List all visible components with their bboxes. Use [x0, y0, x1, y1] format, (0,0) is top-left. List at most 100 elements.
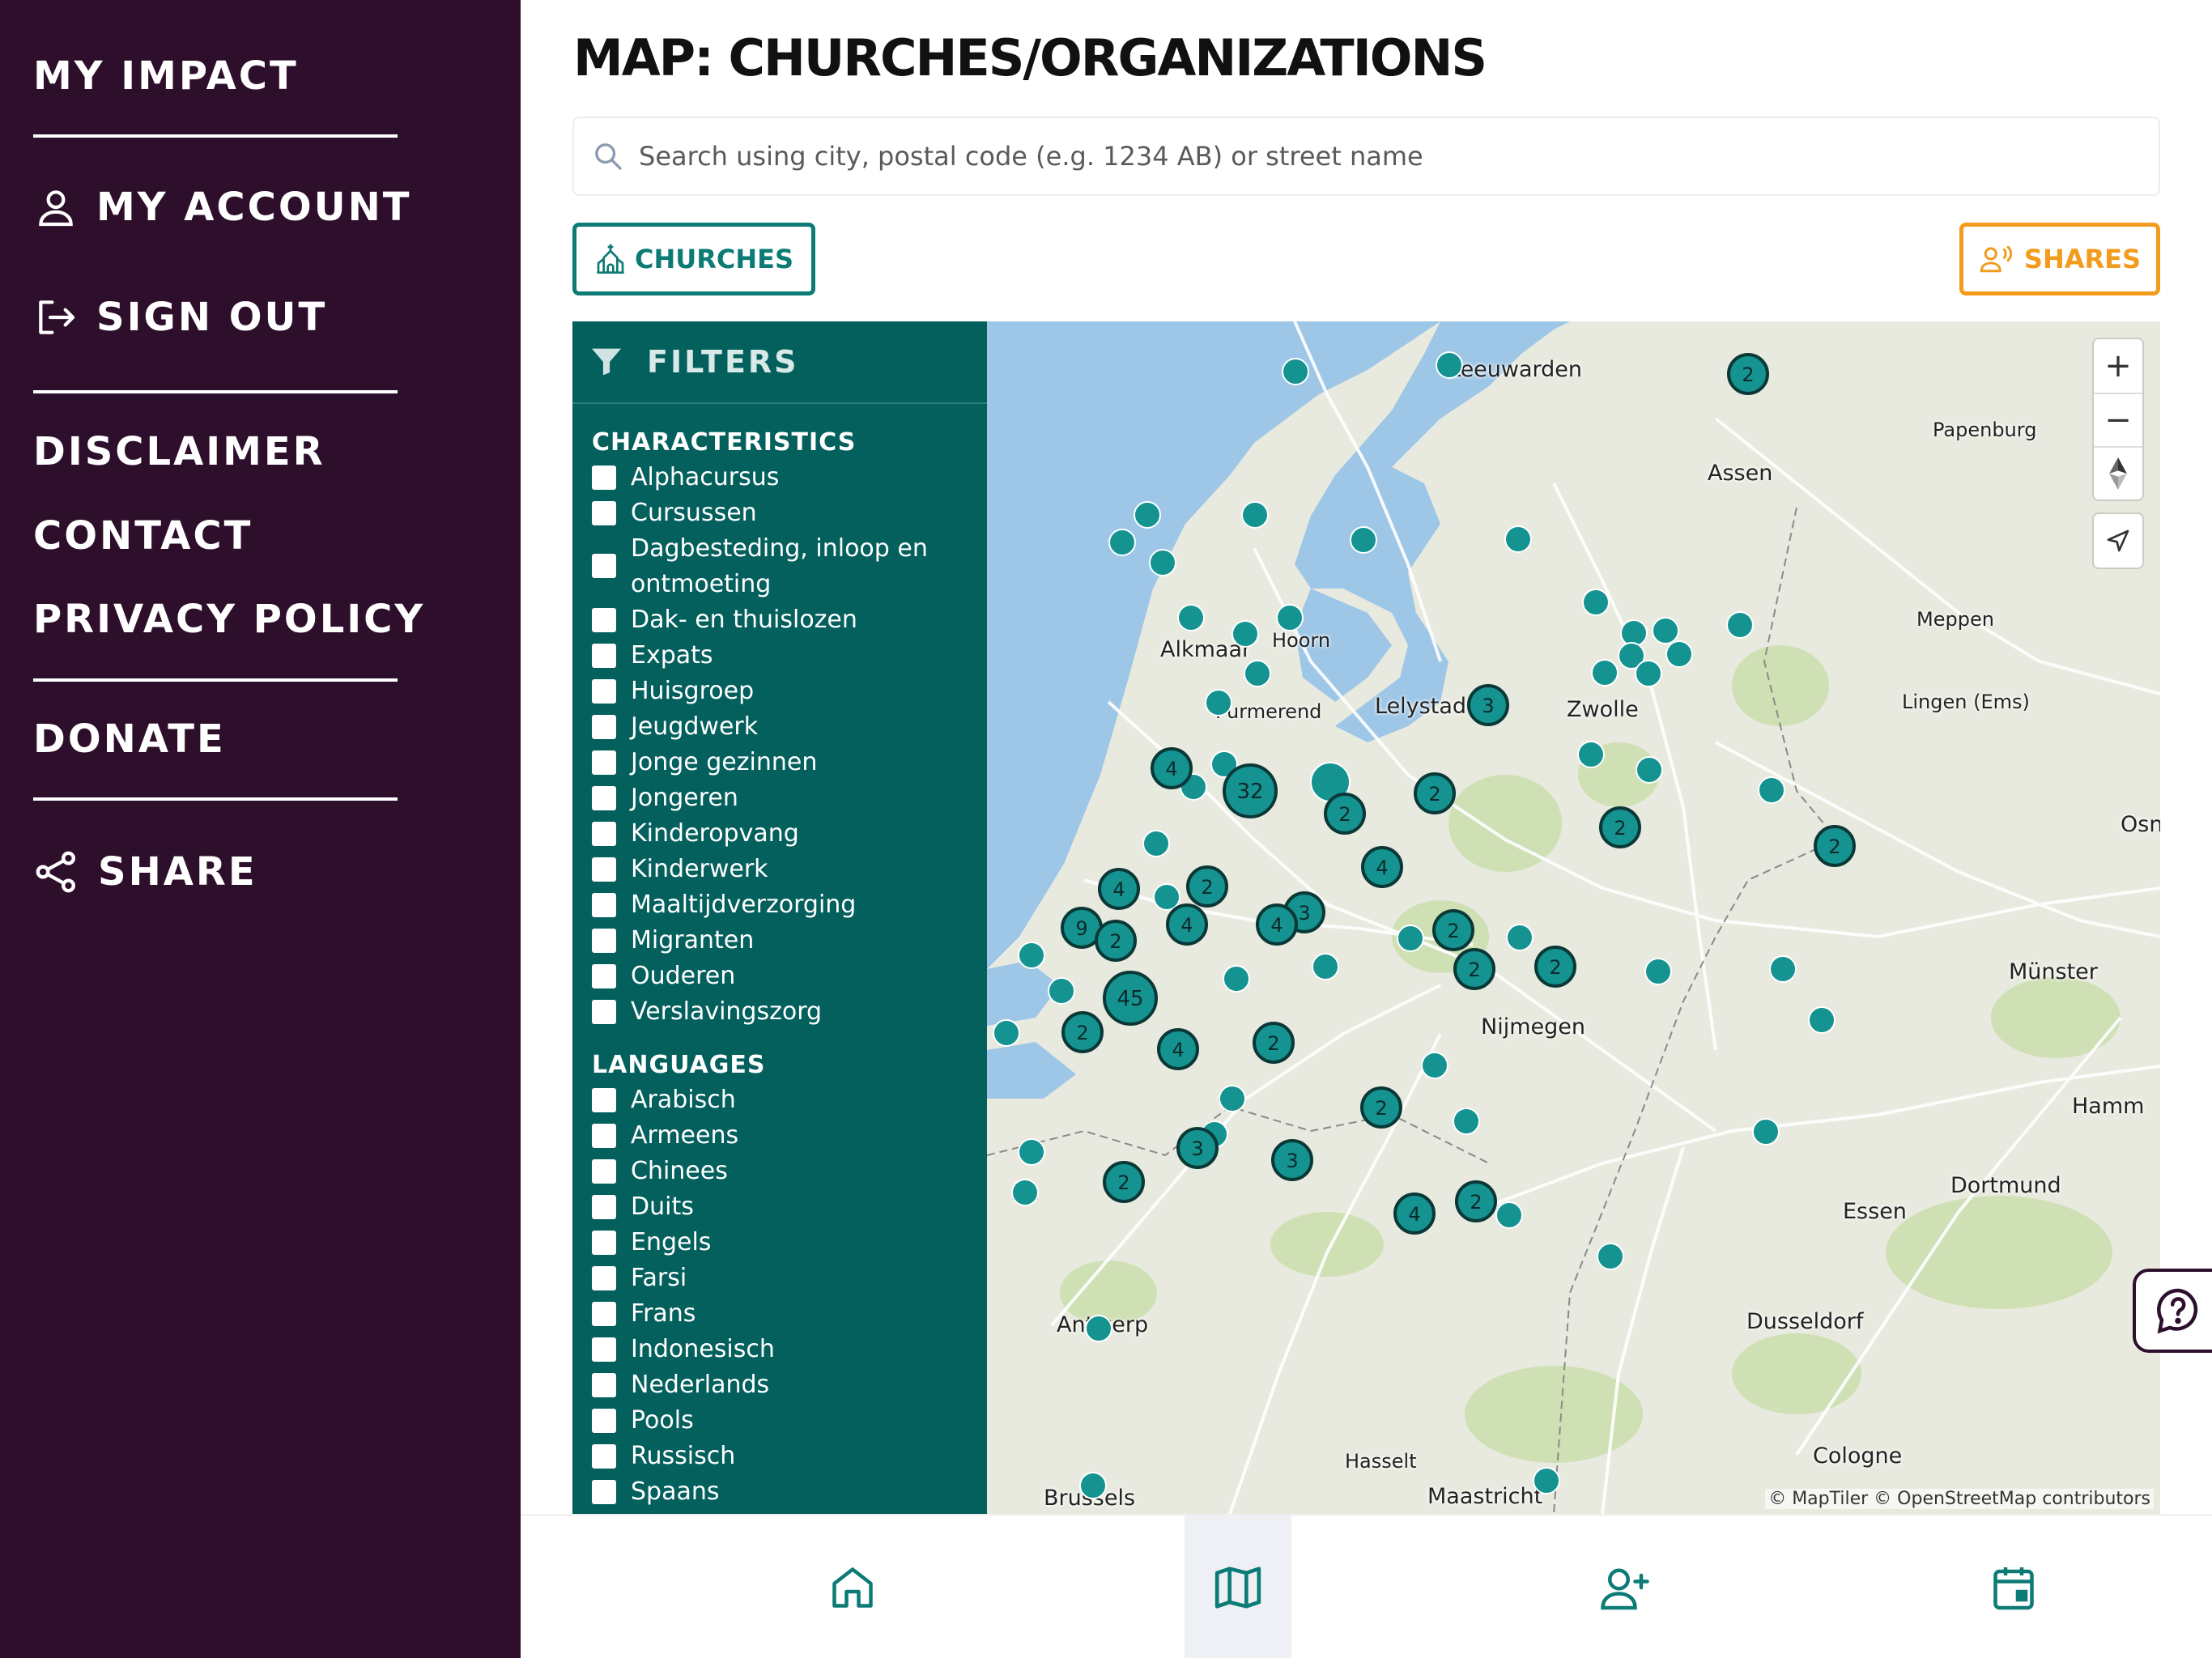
sidebar-item-my-account[interactable]: MY ACCOUNT — [33, 185, 412, 230]
location-marker[interactable] — [1504, 525, 1532, 553]
cluster-marker[interactable]: 2 — [1186, 865, 1228, 908]
location-marker[interactable] — [1350, 526, 1377, 554]
checkbox[interactable] — [592, 1302, 616, 1326]
location-marker[interactable] — [1149, 549, 1176, 576]
location-marker[interactable] — [1142, 830, 1170, 857]
checkbox[interactable] — [592, 893, 616, 917]
location-marker[interactable] — [1177, 604, 1205, 631]
cluster-marker[interactable]: 45 — [1103, 971, 1158, 1026]
help-button[interactable] — [2133, 1269, 2212, 1353]
filter-item[interactable]: Duits — [572, 1189, 987, 1225]
cluster-marker[interactable]: 2 — [1453, 948, 1495, 990]
checkbox[interactable] — [592, 1000, 616, 1024]
nav-calendar[interactable] — [1960, 1516, 2067, 1658]
checkbox[interactable] — [592, 501, 616, 525]
location-marker[interactable] — [1312, 953, 1339, 980]
search-input[interactable] — [639, 141, 2096, 172]
filter-item[interactable]: Nederlands — [572, 1367, 987, 1403]
filter-item[interactable]: Kinderopvang — [572, 816, 987, 852]
location-marker[interactable] — [1241, 501, 1269, 529]
checkbox[interactable] — [592, 786, 616, 810]
search-box[interactable] — [572, 117, 2160, 196]
location-marker[interactable] — [1582, 589, 1610, 616]
filter-item[interactable]: Kinderwerk — [572, 852, 987, 887]
filter-item[interactable]: Arabisch — [572, 1082, 987, 1118]
checkbox[interactable] — [592, 1159, 616, 1184]
location-marker[interactable] — [1219, 1085, 1246, 1112]
compass-button[interactable] — [2094, 446, 2142, 500]
location-marker[interactable] — [1597, 1243, 1624, 1270]
checkbox[interactable] — [592, 1088, 616, 1112]
location-marker[interactable] — [1223, 965, 1250, 993]
location-marker[interactable] — [1665, 640, 1693, 668]
location-marker[interactable] — [1011, 1179, 1039, 1206]
cluster-marker[interactable]: 2 — [1061, 1011, 1104, 1053]
location-marker[interactable] — [1620, 619, 1648, 647]
sidebar-item-my-impact[interactable]: MY IMPACT — [33, 53, 299, 99]
churches-button[interactable]: CHURCHES — [572, 223, 815, 295]
location-marker[interactable] — [1421, 1052, 1448, 1079]
location-marker[interactable] — [1752, 1118, 1780, 1146]
location-marker[interactable] — [1577, 741, 1605, 768]
location-marker[interactable] — [993, 1019, 1020, 1047]
filter-item[interactable]: Expats — [572, 638, 987, 674]
location-marker[interactable] — [1282, 358, 1309, 385]
location-marker[interactable] — [1808, 1006, 1836, 1034]
filter-item[interactable]: Russisch — [572, 1439, 987, 1474]
filter-item[interactable]: Pools — [572, 1403, 987, 1439]
location-marker[interactable] — [1652, 617, 1679, 644]
location-marker[interactable] — [1079, 1472, 1107, 1499]
nav-add-user[interactable] — [1572, 1516, 1678, 1658]
checkbox[interactable] — [592, 1373, 616, 1397]
filter-item[interactable]: Ouderen — [572, 959, 987, 994]
sidebar-item-disclaimer[interactable]: DISCLAIMER — [33, 429, 325, 474]
location-marker[interactable] — [1533, 1467, 1560, 1494]
filter-item[interactable]: Maaltijdverzorging — [572, 887, 987, 923]
cluster-marker[interactable]: 4 — [1157, 1028, 1199, 1070]
checkbox[interactable] — [592, 466, 616, 490]
sidebar-item-share[interactable]: SHARE — [33, 848, 257, 895]
cluster-marker[interactable]: 32 — [1223, 763, 1278, 818]
cluster-marker[interactable]: 2 — [1455, 1180, 1497, 1222]
checkbox[interactable] — [592, 1124, 616, 1148]
geolocate-button[interactable] — [2094, 514, 2142, 568]
location-marker[interactable] — [1495, 1201, 1523, 1229]
filter-item[interactable]: Cursussen — [572, 495, 987, 531]
sidebar-item-donate[interactable]: DONATE — [33, 716, 226, 762]
checkbox[interactable] — [592, 715, 616, 739]
location-marker[interactable] — [1397, 925, 1424, 952]
cluster-marker[interactable]: 4 — [1361, 846, 1403, 888]
checkbox[interactable] — [592, 1337, 616, 1362]
location-marker[interactable] — [1231, 620, 1259, 648]
cluster-marker[interactable]: 3 — [1176, 1127, 1219, 1169]
checkbox[interactable] — [592, 1231, 616, 1255]
filter-item[interactable]: Verslavingszorg — [572, 994, 987, 1030]
cluster-marker[interactable]: 2 — [1360, 1086, 1402, 1129]
cluster-marker[interactable]: 2 — [1727, 353, 1769, 395]
filters-header[interactable]: FILTERS — [572, 321, 987, 404]
filter-item[interactable]: Jeugdwerk — [572, 709, 987, 745]
location-marker[interactable] — [1153, 883, 1180, 911]
location-marker[interactable] — [1134, 501, 1161, 529]
location-marker[interactable] — [1636, 756, 1663, 784]
location-marker[interactable] — [1453, 1107, 1480, 1135]
location-marker[interactable] — [1591, 659, 1619, 687]
location-marker[interactable] — [1276, 604, 1304, 631]
filter-item[interactable]: Alphacursus — [572, 460, 987, 495]
filter-item[interactable]: Jonge gezinnen — [572, 745, 987, 780]
nav-map[interactable] — [1185, 1516, 1291, 1658]
filter-item[interactable]: Jongeren — [572, 780, 987, 816]
cluster-marker[interactable]: 4 — [1151, 747, 1193, 789]
cluster-marker[interactable]: 4 — [1098, 868, 1140, 910]
location-marker[interactable] — [1048, 977, 1075, 1005]
checkbox[interactable] — [592, 1195, 616, 1219]
cluster-marker[interactable]: 2 — [1599, 806, 1641, 848]
location-marker[interactable] — [1085, 1315, 1112, 1342]
cluster-marker[interactable]: 2 — [1814, 825, 1856, 867]
sidebar-item-privacy-policy[interactable]: PRIVACY POLICY — [33, 597, 425, 642]
checkbox[interactable] — [592, 857, 616, 882]
location-marker[interactable] — [1726, 611, 1754, 639]
checkbox[interactable] — [592, 1266, 616, 1290]
sidebar-item-contact[interactable]: CONTACT — [33, 513, 253, 559]
nav-home[interactable] — [799, 1516, 906, 1658]
